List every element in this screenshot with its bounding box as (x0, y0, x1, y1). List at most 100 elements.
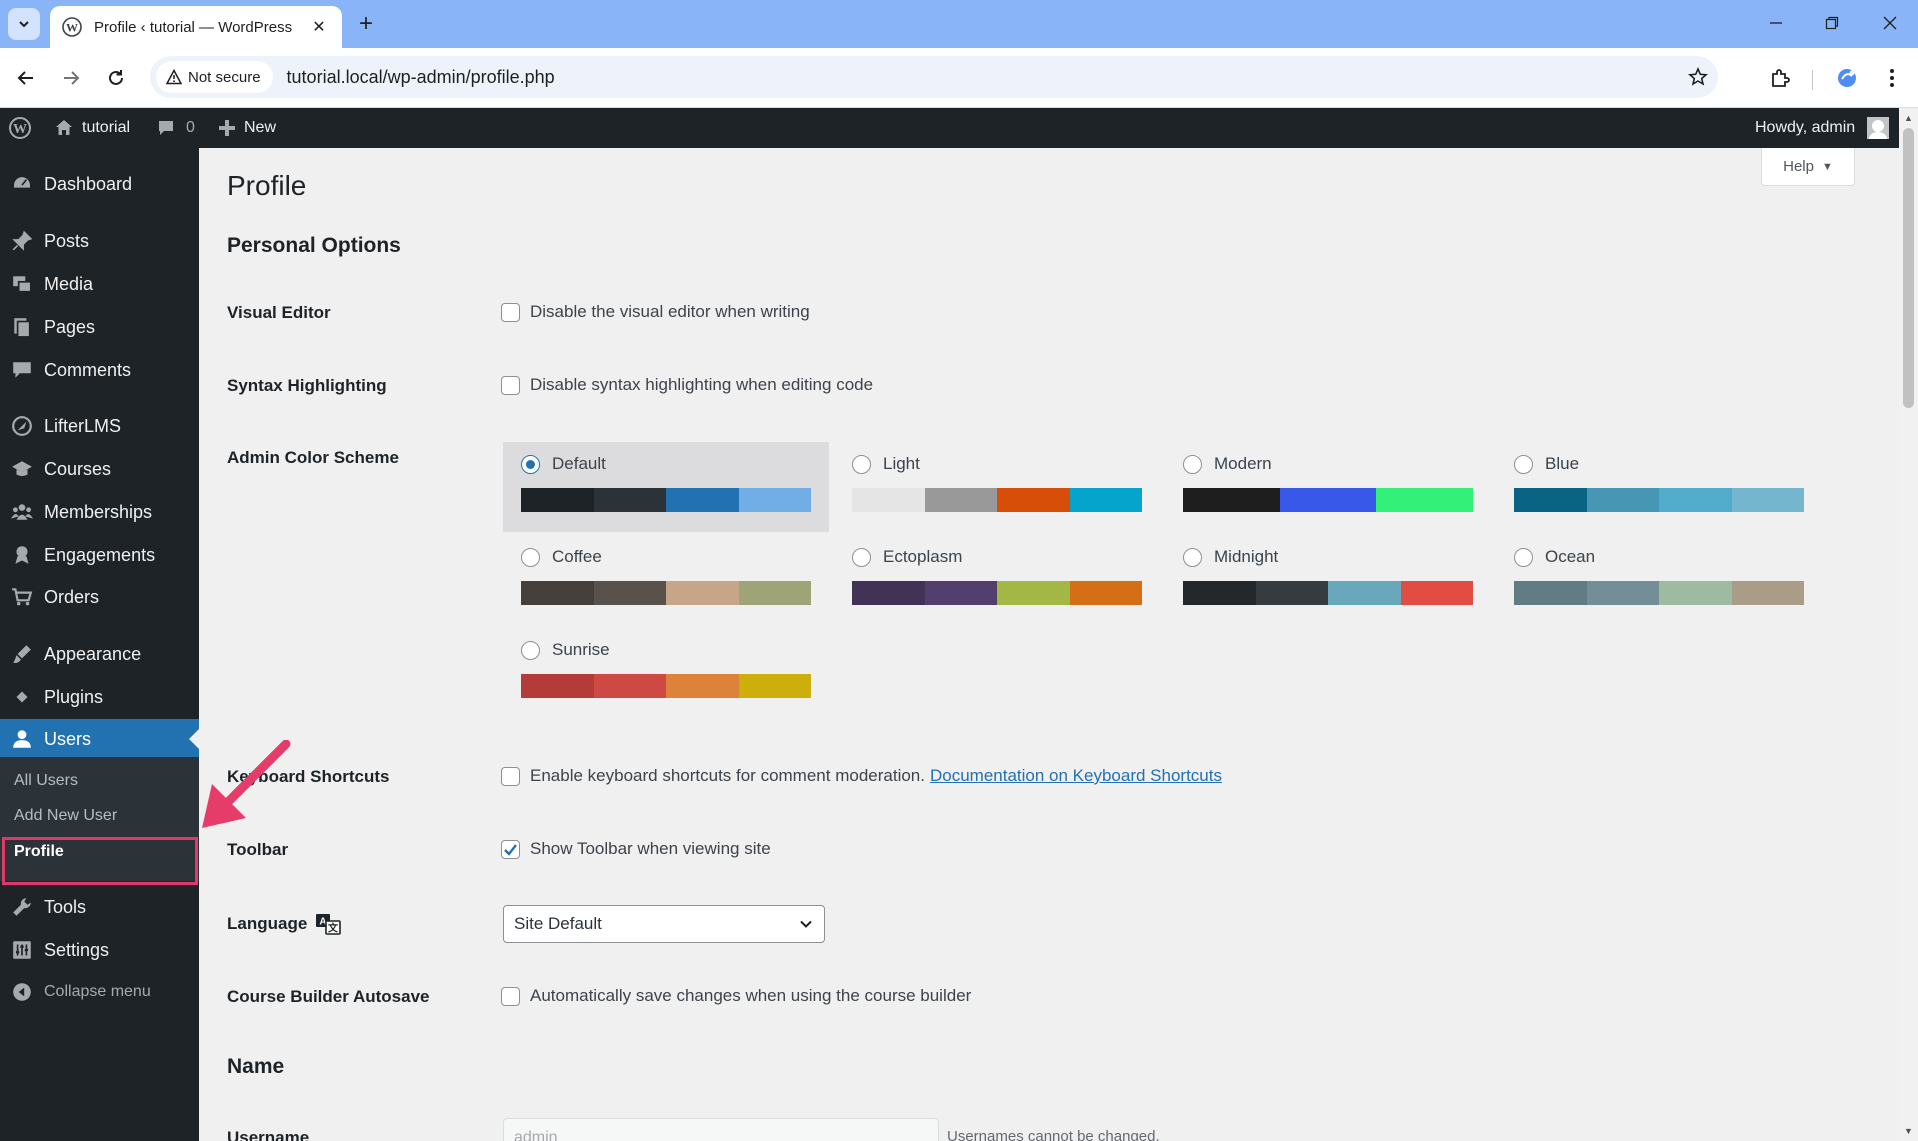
new-tab-button[interactable]: + (352, 10, 380, 38)
visual-editor-option[interactable]: Disable the visual editor when writing (501, 302, 810, 322)
color-scheme-option[interactable]: Ectoplasm (852, 547, 962, 567)
my-account-menu[interactable]: Howdy, admin (1755, 108, 1890, 148)
extensions-button[interactable] (1764, 62, 1796, 94)
color-scheme-midnight[interactable]: Midnight (1165, 535, 1491, 625)
tab-search-button[interactable] (8, 8, 40, 40)
username-input[interactable]: admin (503, 1118, 939, 1141)
forward-button[interactable] (55, 62, 87, 94)
toolbar-separator (1812, 70, 1813, 90)
color-swatch (1376, 488, 1474, 512)
color-scheme-radio[interactable] (521, 547, 540, 567)
sidebar-item-users[interactable]: Users (0, 719, 199, 759)
sidebar-item-dashboard[interactable]: Dashboard (0, 164, 199, 204)
sidebar-item-plugins[interactable]: Plugins (0, 677, 199, 717)
color-scheme-radio[interactable] (852, 454, 871, 474)
color-scheme-option[interactable]: Modern (1183, 454, 1272, 474)
color-scheme-radio[interactable] (521, 640, 540, 660)
color-scheme-radio[interactable] (1514, 547, 1533, 567)
color-scheme-radio[interactable] (521, 454, 540, 474)
security-indicator[interactable]: Not secure (156, 61, 273, 93)
color-scheme-sunrise[interactable]: Sunrise (503, 628, 829, 718)
scrollbar-thumb[interactable] (1903, 128, 1914, 408)
browser-tab-active[interactable]: W Profile ‹ tutorial — WordPress ✕ (50, 6, 342, 48)
wp-logo-menu[interactable]: W (8, 108, 32, 148)
sidebar-item-courses[interactable]: Courses (0, 449, 199, 489)
site-name-menu[interactable]: tutorial (54, 108, 130, 148)
color-scheme-label: Admin Color Scheme (227, 448, 399, 467)
close-window-button[interactable] (1870, 8, 1910, 38)
color-scheme-ocean[interactable]: Ocean (1496, 535, 1822, 625)
color-swatches (521, 488, 811, 512)
keyboard-shortcuts-option[interactable]: Enable keyboard shortcuts for comment mo… (501, 766, 1222, 786)
sidebar-item-memberships[interactable]: Memberships (0, 492, 199, 532)
color-scheme-option[interactable]: Ocean (1514, 547, 1595, 567)
scroll-up-icon[interactable]: ▲ (1903, 112, 1914, 124)
sidebar-item-orders[interactable]: Orders (0, 577, 199, 617)
sidebar-item-appearance[interactable]: Appearance (0, 634, 199, 674)
sidebar-item-comments[interactable]: Comments (0, 350, 199, 390)
sidebar-item-posts[interactable]: Posts (0, 221, 199, 261)
color-scheme-radio[interactable] (1514, 454, 1533, 474)
sidebar-item-engagements[interactable]: Engagements (0, 535, 199, 575)
course-builder-autosave-option[interactable]: Automatically save changes when using th… (501, 986, 971, 1006)
help-button[interactable]: Help ▼ (1761, 148, 1855, 186)
sidebar-item-label: Posts (44, 230, 90, 251)
color-scheme-option[interactable]: Blue (1514, 454, 1579, 474)
submenu-item-all-users[interactable]: All Users (14, 772, 78, 790)
profile-extension-button[interactable] (1831, 62, 1863, 94)
user-icon (13, 730, 31, 748)
new-content-menu[interactable]: New (218, 108, 276, 148)
minimize-button[interactable] (1756, 8, 1796, 38)
color-scheme-option[interactable]: Coffee (521, 547, 602, 567)
color-scheme-default[interactable]: Default (503, 442, 829, 532)
sidebar-item-label: Comments (44, 359, 132, 380)
sidebar-item-lifterlms[interactable]: LifterLMS (0, 406, 199, 446)
scroll-down-icon[interactable]: ▼ (1903, 1125, 1914, 1137)
color-scheme-option[interactable]: Sunrise (521, 640, 610, 660)
color-swatch (1400, 581, 1473, 605)
submenu-item-add-new-user[interactable]: Add New User (14, 807, 117, 825)
color-scheme-modern[interactable]: Modern (1165, 442, 1491, 532)
color-swatch (1659, 488, 1732, 512)
toolbar-option[interactable]: Show Toolbar when viewing site (501, 839, 771, 859)
color-scheme-option[interactable]: Default (521, 454, 606, 474)
syntax-highlighting-option[interactable]: Disable syntax highlighting when editing… (501, 375, 873, 395)
color-swatches (1183, 581, 1473, 605)
collapse-menu-button[interactable]: Collapse menu (0, 972, 199, 1012)
sidebar-item-pages[interactable]: Pages (0, 307, 199, 347)
plugin-icon (13, 688, 29, 706)
bookmark-button[interactable] (1678, 61, 1718, 93)
color-scheme-radio[interactable] (852, 547, 871, 567)
color-scheme-blue[interactable]: Blue (1496, 442, 1822, 532)
color-scheme-radio[interactable] (1183, 454, 1202, 474)
visual-editor-checkbox[interactable] (501, 302, 520, 322)
color-scheme-radio[interactable] (1183, 547, 1202, 567)
tab-close-icon[interactable]: ✕ (308, 16, 330, 38)
color-scheme-light[interactable]: Light (834, 442, 1160, 532)
reload-button[interactable] (100, 62, 132, 94)
course-builder-autosave-checkbox[interactable] (501, 986, 520, 1006)
sidebar-item-label: Memberships (44, 501, 153, 522)
syntax-highlighting-checkbox[interactable] (501, 375, 520, 395)
keyboard-shortcuts-doc-link[interactable]: Documentation on Keyboard Shortcuts (930, 766, 1222, 786)
address-bar[interactable]: Not secure tutorial.local/wp-admin/profi… (150, 56, 1718, 98)
keyboard-shortcuts-checkbox[interactable] (501, 766, 520, 786)
sidebar-item-label: Engagements (44, 544, 156, 565)
color-scheme-coffee[interactable]: Coffee (503, 535, 829, 625)
language-select[interactable]: Site Default (503, 905, 825, 943)
comments-menu[interactable]: 0 (156, 108, 195, 148)
color-scheme-ectoplasm[interactable]: Ectoplasm (834, 535, 1160, 625)
color-scheme-option[interactable]: Light (852, 454, 920, 474)
toolbar-checkbox[interactable] (501, 839, 520, 859)
sidebar-item-media[interactable]: Media (0, 264, 199, 304)
back-button[interactable] (10, 62, 42, 94)
pin-icon (12, 230, 33, 251)
color-swatches (852, 581, 1142, 605)
more-vertical-icon (1890, 69, 1894, 87)
browser-menu-button[interactable] (1876, 62, 1908, 94)
page-scrollbar[interactable]: ▲ ▼ (1899, 108, 1918, 1141)
restore-button[interactable] (1812, 8, 1852, 38)
sidebar-item-tools[interactable]: Tools (0, 887, 199, 927)
sidebar-item-settings[interactable]: Settings (0, 930, 199, 970)
color-scheme-option[interactable]: Midnight (1183, 547, 1278, 567)
